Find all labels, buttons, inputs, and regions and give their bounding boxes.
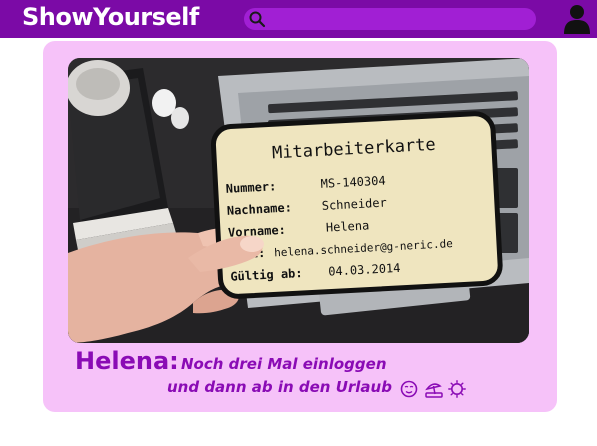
beach-umbrella-icon [424, 380, 443, 398]
post-card: Mitarbeiterkarte Nummer: MS-140304 Nachn… [43, 41, 557, 412]
search-input[interactable] [274, 8, 524, 30]
user-profile-icon[interactable] [563, 3, 591, 35]
search-bar[interactable] [244, 8, 536, 30]
top-navigation-bar: ShowYourself [0, 0, 597, 38]
app-logo[interactable]: ShowYourself [22, 3, 199, 31]
post-text-line-1: Noch drei Mal einloggen [181, 355, 387, 373]
id-card-label-number: Nummer: [225, 179, 276, 196]
post-emojis [400, 379, 466, 399]
sun-icon [448, 380, 466, 398]
post-caption: Helena: Noch drei Mal einloggen und dann… [75, 347, 545, 407]
search-icon[interactable] [248, 10, 266, 28]
relieved-face-icon [400, 380, 418, 398]
post-author[interactable]: Helena: [75, 347, 179, 375]
photo-illustration: Mitarbeiterkarte Nummer: MS-140304 Nachn… [68, 58, 529, 343]
id-card-value-firstname: Helena [326, 218, 370, 234]
post-photo[interactable]: Mitarbeiterkarte Nummer: MS-140304 Nachn… [68, 58, 529, 343]
post-text-line-2: und dann ab in den Urlaub [167, 378, 392, 396]
